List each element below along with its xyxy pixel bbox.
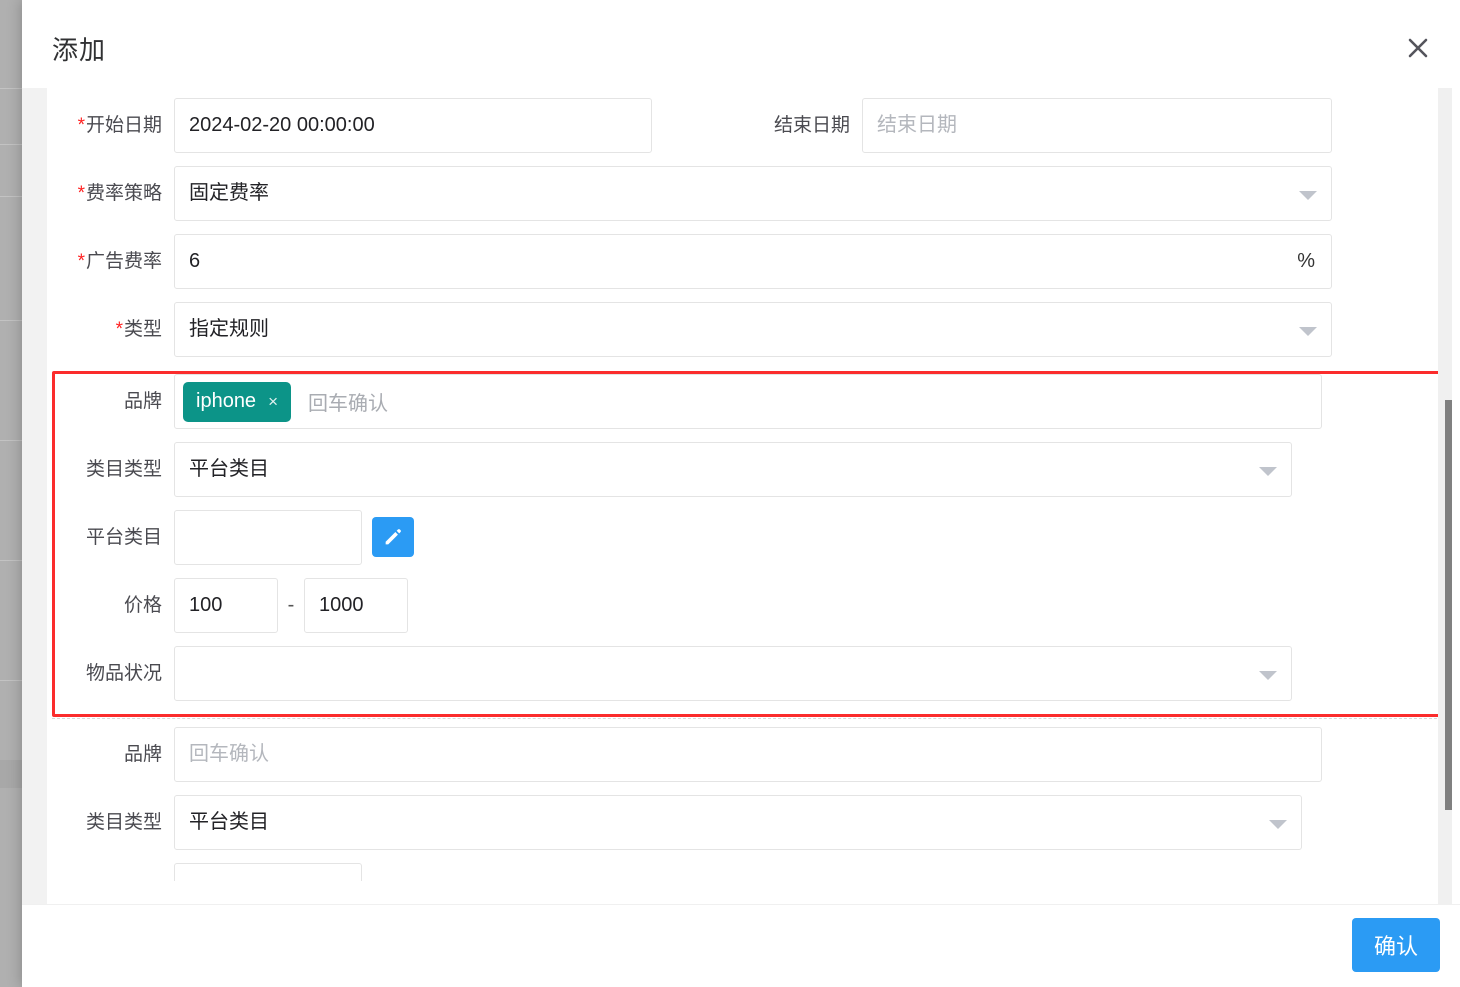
rule-block-2: 品牌 回车确认 类目类型 平台类目 [52, 718, 1452, 881]
category-type-label-2: 类目类型 [85, 812, 162, 833]
chevron-down-icon [1259, 671, 1277, 680]
start-date-field: *开始日期 2024-02-20 00:00:00 [52, 98, 652, 166]
backdrop-divider [0, 144, 22, 145]
type-select[interactable]: 指定规则 [174, 302, 1332, 357]
brand-label-2: 品牌 [123, 744, 162, 765]
category-type-row: 类目类型 平台类目 [55, 442, 1449, 510]
required-marker: * [115, 319, 123, 340]
type-row: *类型 指定规则 [52, 302, 1452, 370]
add-dialog: 添加 *开始日期 2024-02-20 00:00:00 结束日期 结束日期 *… [22, 0, 1460, 987]
end-date-label: 结束日期 [773, 115, 850, 136]
price-min-input[interactable]: 100 [174, 578, 278, 633]
brand-input-2[interactable]: 回车确认 [174, 727, 1322, 782]
clipped-input-2[interactable] [174, 863, 362, 881]
chevron-down-icon [1269, 820, 1287, 829]
price-range-separator: - [287, 594, 295, 616]
brand-tag: iphone × [183, 381, 291, 422]
platform-category-label: 平台类目 [85, 527, 162, 548]
backdrop-divider [0, 680, 22, 681]
brand-tag-input[interactable]: iphone × 回车确认 [174, 374, 1322, 429]
dialog-body: *开始日期 2024-02-20 00:00:00 结束日期 结束日期 *费率策… [22, 88, 1460, 905]
chevron-down-icon [1299, 191, 1317, 200]
rate-policy-row: *费率策略 固定费率 [52, 166, 1452, 234]
brand-tag-remove-icon[interactable]: × [268, 392, 278, 412]
rate-policy-select[interactable]: 固定费率 [174, 166, 1332, 221]
clipped-label [52, 88, 174, 98]
price-max-input[interactable]: 1000 [304, 578, 408, 633]
clipped-label-2 [52, 863, 174, 881]
category-type-value-2: 平台类目 [189, 811, 269, 833]
brand-placeholder: 回车确认 [308, 393, 388, 415]
backdrop-divider [0, 196, 22, 197]
brand-label: 品牌 [123, 391, 162, 412]
category-type-select-2[interactable]: 平台类目 [174, 795, 1302, 850]
pencil-icon[interactable] [372, 517, 414, 557]
dialog-title: 添加 [52, 35, 107, 65]
required-marker: * [77, 183, 85, 204]
date-row: *开始日期 2024-02-20 00:00:00 结束日期 结束日期 [52, 98, 1452, 166]
backdrop-divider [0, 560, 22, 561]
condition-label: 物品状况 [85, 663, 162, 684]
start-date-input[interactable]: 2024-02-20 00:00:00 [174, 98, 652, 153]
start-date-label: *开始日期 [77, 115, 162, 136]
condition-row: 物品状况 [55, 646, 1449, 714]
close-icon[interactable] [1398, 28, 1438, 68]
base-info-card: *开始日期 2024-02-20 00:00:00 结束日期 结束日期 *费率策… [52, 88, 1452, 370]
dialog-footer: 确认 [22, 904, 1460, 987]
confirm-button[interactable]: 确认 [1352, 918, 1440, 972]
type-value: 指定规则 [189, 318, 269, 340]
brand-tag-label: iphone [196, 390, 257, 412]
category-type-value: 平台类目 [189, 458, 269, 480]
category-type-label: 类目类型 [85, 459, 162, 480]
required-marker: * [77, 251, 85, 272]
end-date-input[interactable]: 结束日期 [862, 98, 1332, 153]
brand-row: 品牌 iphone × 回车确认 [55, 374, 1449, 442]
scrollbar-track[interactable] [1438, 88, 1452, 905]
chevron-down-icon [1299, 327, 1317, 336]
price-row: 价格 100 - 1000 [55, 578, 1449, 646]
ad-rate-row: *广告费率 6 % [52, 234, 1452, 302]
ad-rate-input[interactable]: 6 % [174, 234, 1332, 289]
price-label: 价格 [123, 595, 162, 616]
backdrop-divider [0, 440, 22, 441]
dialog-header: 添加 [22, 0, 1460, 88]
body-gutter [22, 88, 47, 905]
backdrop-band [0, 760, 22, 788]
clipped-row [52, 88, 1452, 98]
category-type-select[interactable]: 平台类目 [174, 442, 1292, 497]
platform-category-row: 平台类目 [55, 510, 1449, 578]
required-marker: * [77, 115, 85, 136]
backdrop-divider [0, 88, 22, 89]
brand-row-2: 品牌 回车确认 [52, 727, 1452, 795]
rate-policy-value: 固定费率 [189, 182, 269, 204]
backdrop-divider [0, 320, 22, 321]
platform-category-input[interactable] [174, 510, 362, 565]
rule-form: *开始日期 2024-02-20 00:00:00 结束日期 结束日期 *费率策… [47, 88, 1460, 905]
chevron-down-icon [1259, 467, 1277, 476]
category-type-row-2: 类目类型 平台类目 [52, 795, 1452, 863]
scrollbar-thumb[interactable] [1445, 400, 1452, 810]
type-label: *类型 [115, 319, 162, 340]
percent-suffix: % [1297, 250, 1315, 272]
end-date-field: 结束日期 结束日期 [740, 98, 1332, 166]
rule-block-1: 品牌 iphone × 回车确认 类目类型 平台类目 平台类目 价格 100 -… [52, 371, 1452, 717]
ad-rate-label: *广告费率 [77, 251, 162, 272]
clipped-row-2 [52, 863, 1452, 881]
ad-rate-value: 6 [189, 250, 201, 272]
condition-select[interactable] [174, 646, 1292, 701]
rate-policy-label: *费率策略 [77, 183, 162, 204]
